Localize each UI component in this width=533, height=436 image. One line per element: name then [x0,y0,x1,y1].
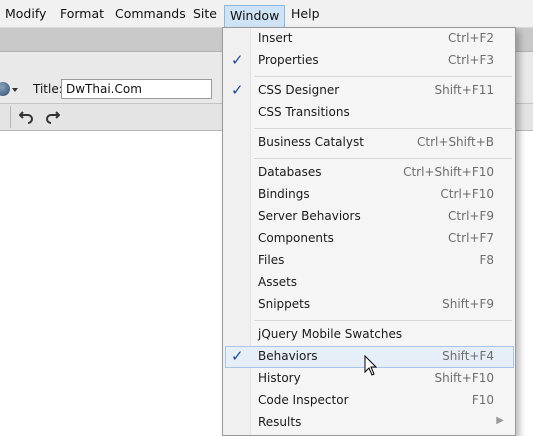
menu-item-css-designer[interactable]: ✓ CSS Designer Shift+F11 [225,80,514,102]
menu-item-shortcut: Ctrl+F3 [448,53,494,67]
checkmark-icon: ✓ [231,81,244,99]
menu-item-shortcut: Ctrl+F10 [440,187,494,201]
mouse-pointer-icon [364,354,378,380]
undo-icon[interactable] [18,108,35,124]
menu-item-shortcut: Shift+F10 [434,371,494,385]
menu-item-label: Insert [258,31,293,45]
chevron-right-icon: ▶ [496,415,504,426]
menu-item-snippets[interactable]: Snippets Shift+F9 [225,294,514,316]
menu-item-shortcut: Ctrl+F9 [448,209,494,223]
checkmark-icon: ✓ [231,347,244,365]
menu-item-label: jQuery Mobile Swatches [258,327,403,341]
menu-site[interactable]: Site [193,0,217,28]
menu-item-shortcut: F10 [471,393,494,407]
menu-separator [254,158,512,159]
menu-item-label: Components [258,231,334,245]
toolbar-divider [10,106,11,128]
menu-item-shortcut: F8 [479,253,494,267]
menu-item-server-behaviors[interactable]: Server Behaviors Ctrl+F9 [225,206,514,228]
menu-item-label: Databases [258,165,322,179]
menu-format[interactable]: Format [60,0,104,28]
menu-bar: Modify Format Commands Site Window Help [0,0,533,28]
menu-window[interactable]: Window [224,5,286,27]
title-input[interactable] [61,79,212,99]
title-label: Title: [33,82,63,96]
menu-item-label: Properties [258,53,319,67]
menu-separator [254,76,512,77]
menu-item-label: Server Behaviors [258,209,361,223]
menu-item-label: Assets [258,275,298,289]
menu-item-shortcut: Shift+F4 [442,349,494,363]
menu-item-shortcut: Ctrl+Shift+F10 [403,165,494,179]
menu-item-components[interactable]: Components Ctrl+F7 [225,228,514,250]
menu-item-css-transitions[interactable]: CSS Transitions [225,102,514,124]
menu-item-label: Code Inspector [258,393,349,407]
menu-item-files[interactable]: Files F8 [225,250,514,272]
menu-item-label: Bindings [258,187,310,201]
menu-item-jquery-mobile-swatches[interactable]: jQuery Mobile Swatches [225,324,514,346]
menu-item-properties[interactable]: ✓ Properties Ctrl+F3 [225,50,514,72]
menu-item-code-inspector[interactable]: Code Inspector F10 [225,390,514,412]
menu-item-label: History [258,371,301,385]
menu-separator [254,320,512,321]
checkmark-icon: ✓ [231,51,244,69]
menu-item-label: Results [258,415,302,429]
redo-icon[interactable] [44,108,61,124]
menu-item-label: CSS Designer [258,83,340,97]
menu-item-databases[interactable]: Databases Ctrl+Shift+F10 [225,162,514,184]
menu-item-assets[interactable]: Assets [225,272,514,294]
menu-commands[interactable]: Commands [115,0,186,28]
menu-item-results[interactable]: Results ▶ [225,412,514,434]
menu-item-label: CSS Transitions [258,105,350,119]
chevron-down-icon[interactable] [12,88,18,92]
menu-separator [254,128,512,129]
menu-item-shortcut: Ctrl+Shift+B [417,135,494,149]
menu-item-shortcut: Shift+F11 [434,83,494,97]
menu-item-label: Behaviors [258,349,318,363]
menu-modify[interactable]: Modify [5,0,46,28]
menu-item-bindings[interactable]: Bindings Ctrl+F10 [225,184,514,206]
menu-item-label: Snippets [258,297,311,311]
menu-item-shortcut: Shift+F9 [442,297,494,311]
menu-item-label: Business Catalyst [258,135,364,149]
menu-item-shortcut: Ctrl+F7 [448,231,494,245]
menu-item-shortcut: Ctrl+F2 [448,31,494,45]
menu-help[interactable]: Help [291,0,320,28]
menu-item-insert[interactable]: Insert Ctrl+F2 [225,28,514,50]
menu-item-business-catalyst[interactable]: Business Catalyst Ctrl+Shift+B [225,132,514,154]
menu-item-label: Files [258,253,285,267]
